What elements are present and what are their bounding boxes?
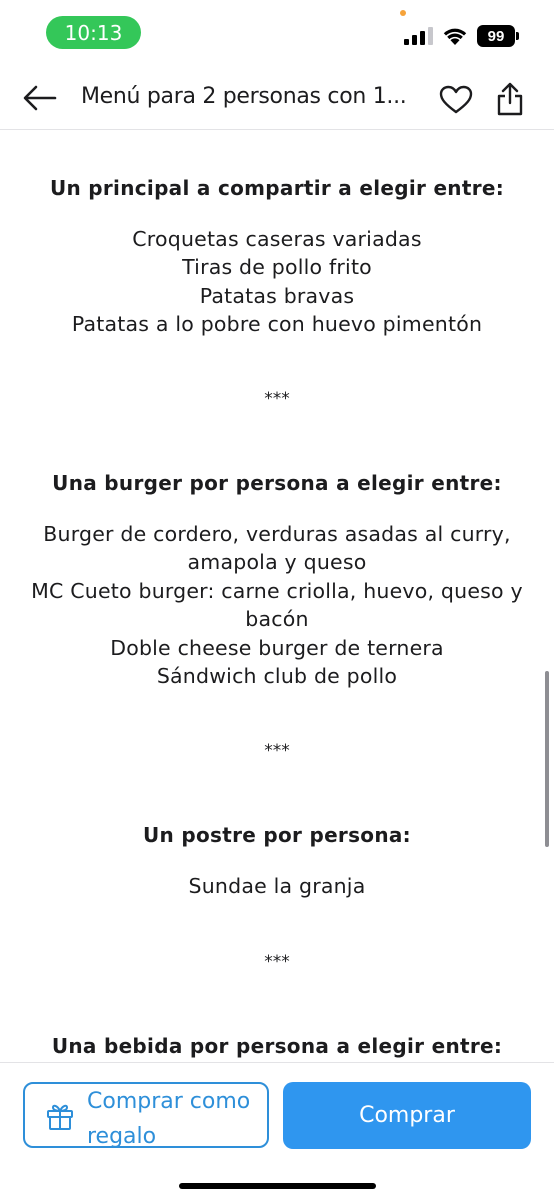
signal-icon [404,27,433,45]
back-button[interactable] [20,78,60,118]
battery-icon: 99 [477,25,515,47]
list-item: Sundae la granja [188,874,366,898]
share-button[interactable] [490,78,530,120]
buy-button[interactable]: Comprar [283,1082,531,1149]
separator: *** [264,741,290,761]
separator: *** [264,389,290,409]
section-items-main: Croquetas caseras variadas Tiras de poll… [18,225,536,339]
section-heading-main: Un principal a compartir a elegir entre: [49,176,505,200]
list-item: Croquetas caseras variadas [132,227,422,251]
section-heading-drink: Una bebida por persona a elegir entre: [51,1034,503,1058]
gift-icon [47,1104,73,1130]
home-indicator [179,1183,376,1189]
buy-as-gift-label: Comprar como regalo [87,1089,251,1149]
list-item: Burger de cordero, verduras asadas al cu… [43,522,511,575]
list-item: Patatas bravas [199,283,355,308]
status-time: 10:13 [46,16,141,49]
list-item: Doble cheese burger de ternera [110,635,444,660]
status-bar: 10:13 99 [0,0,554,64]
separator: *** [264,952,290,972]
section-items-burger: Burger de cordero, verduras asadas al cu… [18,520,536,690]
wifi-icon [443,28,467,45]
privacy-indicator-dot [400,10,406,16]
list-item: MC Cueto burger: carne criolla, huevo, q… [31,578,523,632]
section-heading-burger: Una burger por persona a elegir entre: [52,471,502,495]
list-item: Patatas a lo pobre con huevo pimentón [71,312,483,337]
list-item: Tiras de pollo frito [182,255,372,280]
menu-description: Un principal a compartir a elegir entre:… [0,130,554,1062]
list-item: Sándwich club de pollo [156,664,398,689]
purchase-footer: Comprar como regalo Comprar [0,1062,554,1201]
battery-cap [516,32,519,40]
heart-icon [439,85,473,114]
section-heading-dessert: Un postre por persona: [143,823,411,847]
page-title: Menú para 2 personas con 1... [81,84,407,109]
share-icon [497,82,523,116]
scrollbar[interactable] [545,671,549,847]
back-arrow-icon [23,85,57,111]
section-items-dessert: Sundae la granja [18,872,536,900]
favorite-button[interactable] [436,80,476,120]
nav-header: Menú para 2 personas con 1... [0,64,554,130]
buy-as-gift-button[interactable]: Comprar como regalo [23,1082,269,1149]
